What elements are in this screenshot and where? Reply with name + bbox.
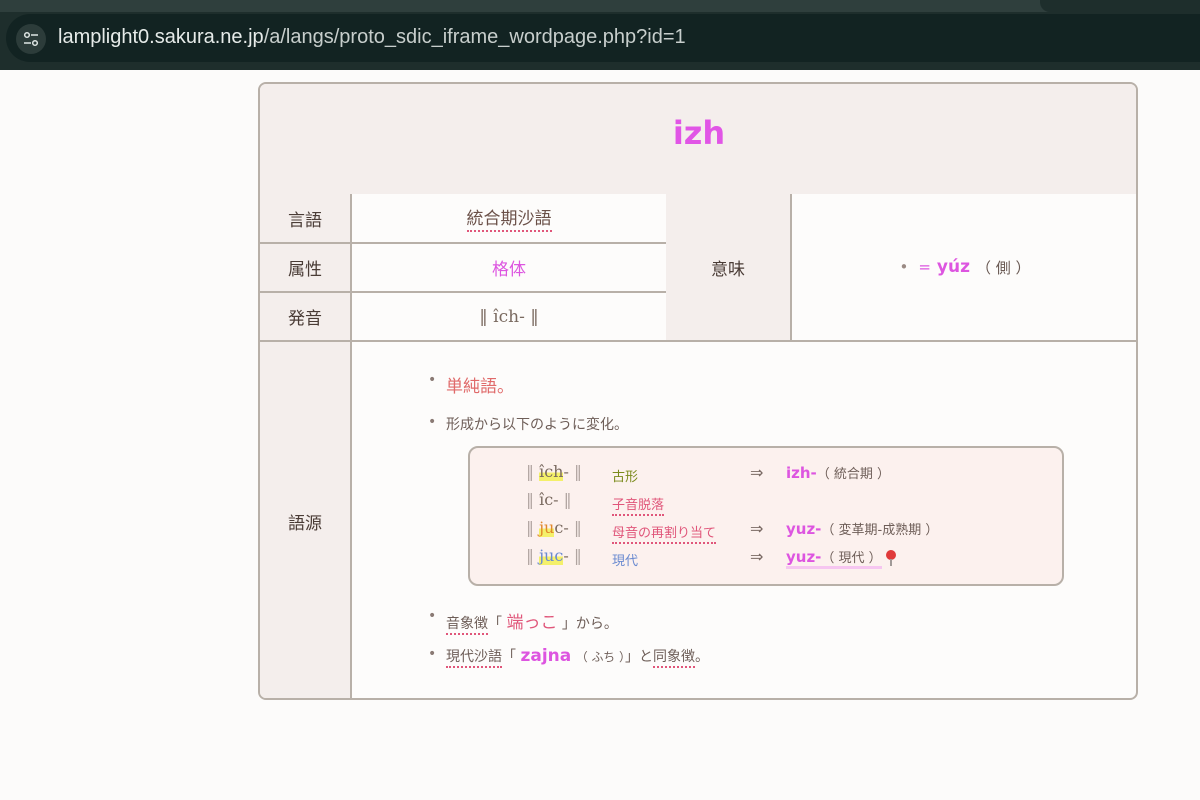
evolution-result: yuz-（ 変革期-成熟期 ）: [786, 519, 938, 538]
browser-toolbar: lamplight0.sakura.ne.jp/a/langs/proto_sd…: [0, 0, 1200, 70]
label-meaning: 意味: [666, 194, 792, 342]
bracket-open: 「: [488, 616, 502, 632]
language-link[interactable]: 統合期沙語: [466, 204, 552, 232]
form-bar: ‖: [563, 490, 572, 509]
zajna-word-link[interactable]: zajna: [520, 646, 571, 666]
evolution-arrow: ⇒: [750, 519, 764, 538]
url-path: /a/langs/proto_sdic_iframe_wordpage.php?…: [263, 26, 686, 48]
evolution-stage-link[interactable]: 子音脱落: [612, 494, 665, 516]
evolution-row: ‖ juc- ‖ 現代 ⇒ yuz-（ 現代 ）: [470, 546, 1064, 572]
attribute-cell: 格体: [352, 244, 668, 293]
label-attribute: 属性: [260, 244, 352, 293]
bullet: •: [428, 414, 437, 430]
evolution-box: ‖ îch- ‖ 古形 ⇒ izh-（ 統合期 ） ‖ îc- ‖ 子音脱落 ‖…: [468, 446, 1064, 586]
form-rest: -: [563, 546, 569, 565]
url-host: lamplight0.sakura.ne.jp: [58, 26, 264, 48]
etymology-content: • 単純語。 • 形成から以下のように変化。 ‖ îch- ‖ 古形 ⇒ izh…: [352, 342, 1136, 698]
bullet: •: [428, 372, 437, 388]
label-language: 言語: [260, 194, 352, 244]
form-highlight: juc: [539, 546, 564, 565]
form-highlight: îch: [539, 462, 564, 481]
evolution-stage-link[interactable]: 母音の再割り当て: [612, 522, 717, 544]
bracket-close: 」: [561, 616, 576, 632]
evolution-row: ‖ juc- ‖ 母音の再割り当て ⇒ yuz-（ 変革期-成熟期 ）: [470, 518, 1064, 544]
address-bar[interactable]: lamplight0.sakura.ne.jp/a/langs/proto_sd…: [6, 14, 1200, 62]
form-bar: ‖: [573, 546, 582, 565]
form-rest: -: [563, 462, 569, 481]
result-word-link[interactable]: yuz-: [786, 520, 821, 538]
bracket-close: 」と: [624, 649, 653, 665]
simple-word-text: 単純語。: [446, 377, 514, 397]
form-rest: c-: [554, 518, 569, 537]
meaning-gloss: （ 側 ）: [975, 258, 1031, 277]
current-form-underline: yuz-（ 現代 ）: [786, 547, 882, 569]
pronunciation-cell: ‖ îch- ‖: [352, 293, 668, 342]
evolution-row: ‖ îch- ‖ 古形 ⇒ izh-（ 統合期 ）: [470, 462, 1064, 488]
evolution-stage: 古形: [612, 470, 639, 485]
evolution-form: ‖ juc- ‖: [526, 518, 582, 537]
tune-icon: [23, 31, 39, 47]
form-bar: ‖: [526, 490, 534, 509]
form-highlight: ju: [539, 518, 555, 537]
form-bar: ‖: [526, 462, 534, 481]
bracket-open: 「: [502, 649, 516, 665]
etymology-item-simple: • 単純語。: [428, 372, 514, 397]
evolution-row: ‖ îc- ‖ 子音脱落: [470, 490, 1064, 516]
meaning-equals: =: [918, 258, 931, 276]
evolution-result: yuz-（ 現代 ）: [786, 547, 896, 569]
result-word-link[interactable]: izh-: [786, 464, 817, 482]
suffix-text: から。: [575, 616, 618, 632]
modern-language-link[interactable]: 現代沙語: [446, 649, 502, 668]
result-period: （ 統合期 ）: [816, 467, 891, 482]
etymology-item-modern: • 現代沙語「 zajna （ ふち ）」と同象徴。: [428, 646, 709, 668]
meaning-word-link[interactable]: yúz: [937, 257, 970, 277]
period-text: 。: [694, 649, 709, 665]
zajna-gloss: （ ふち ）: [575, 650, 625, 664]
form-bar: ‖: [526, 518, 534, 537]
attribute-value: 格体: [492, 260, 526, 280]
formation-text: 形成から以下のように変化。: [446, 417, 628, 433]
evolution-arrow: ⇒: [750, 463, 764, 482]
url-text[interactable]: lamplight0.sakura.ne.jp/a/langs/proto_sd…: [58, 26, 686, 49]
form-bar: ‖: [526, 546, 534, 565]
meaning-cell: • = yúz （ 側 ）: [792, 194, 1136, 342]
bullet: •: [428, 608, 437, 624]
evolution-result: izh-（ 統合期 ）: [786, 463, 890, 482]
result-word-link[interactable]: yuz-: [786, 548, 821, 566]
sound-symbolism-word: 端っこ: [506, 613, 558, 633]
headword: izh: [672, 114, 726, 152]
etymology-item-formation: • 形成から以下のように変化。: [428, 414, 628, 434]
tab-strip: [0, 0, 1200, 12]
pronunciation-value: ‖ îch- ‖: [479, 306, 539, 327]
result-period: （ 変革期-成熟期 ）: [821, 523, 939, 538]
language-cell: 統合期沙語: [352, 194, 668, 244]
evolution-form: ‖ îch- ‖: [526, 462, 582, 481]
sound-symbolism-link[interactable]: 音象徴: [446, 616, 488, 635]
bullet: •: [428, 646, 437, 662]
form-bar: ‖: [573, 462, 582, 481]
word-entry-card: izh 言語 統合期沙語 属性 格体 発音 ‖ îch- ‖ 意味 • = yú…: [258, 82, 1138, 700]
active-tab-edge[interactable]: [1040, 0, 1200, 12]
evolution-arrow: ⇒: [750, 547, 764, 566]
form-rest: îc-: [539, 490, 559, 509]
evolution-form: ‖ juc- ‖: [526, 546, 582, 565]
same-symbolism-link[interactable]: 同象徴: [652, 649, 695, 668]
result-period: （ 現代 ）: [821, 551, 882, 566]
label-pronunciation: 発音: [260, 293, 352, 342]
etymology-item-sound-symbolism: • 音象徴「 端っこ 」から。: [428, 608, 618, 635]
label-etymology: 語源: [260, 342, 352, 698]
evolution-stage: 現代: [612, 554, 639, 569]
form-bar: ‖: [573, 518, 582, 537]
meaning-bullet: •: [899, 258, 909, 276]
pushpin-icon: [885, 550, 896, 566]
evolution-form: ‖ îc- ‖: [526, 490, 572, 509]
headword-header: izh: [260, 84, 1136, 196]
site-info-button[interactable]: [16, 24, 46, 54]
